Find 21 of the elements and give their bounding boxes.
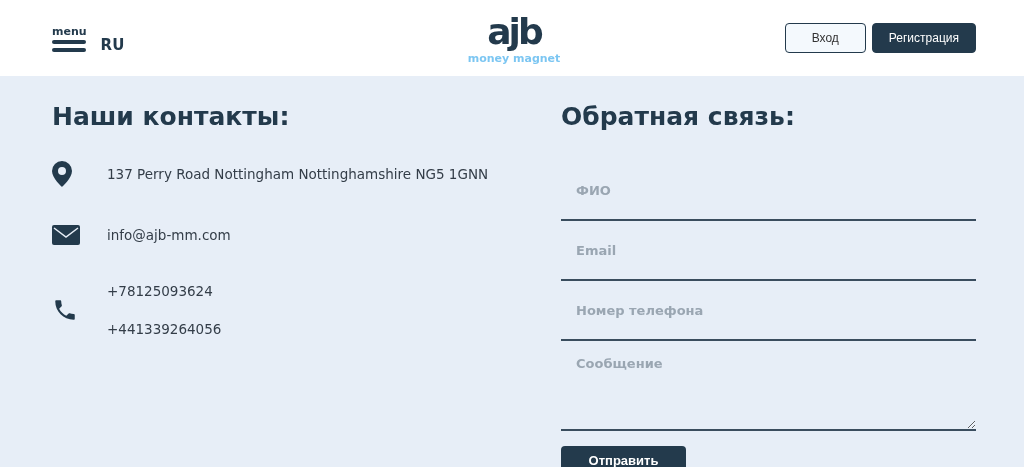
input-field[interactable]: ФИО xyxy=(561,161,976,221)
logo-mark: ajb xyxy=(487,11,541,52)
login-button[interactable]: Вход xyxy=(784,23,866,53)
menu-icon xyxy=(52,39,87,52)
submit-button[interactable]: Отправить xyxy=(561,446,686,467)
logo-tagline: money magnet xyxy=(467,51,561,65)
contact-text: +441339264056 xyxy=(107,321,223,337)
menu-button[interactable]: menu xyxy=(52,24,87,52)
input-field[interactable]: Email xyxy=(561,221,976,281)
section-title: Обратная связь: xyxy=(561,102,796,131)
location-pin-icon xyxy=(52,161,72,187)
input-field[interactable]: Номер телефона xyxy=(561,281,976,341)
section-title: Наши контакты: xyxy=(52,102,291,131)
message-field[interactable]: Сообщение xyxy=(561,341,976,431)
phone-icon xyxy=(52,297,78,323)
language-label[interactable]: RU xyxy=(100,35,125,54)
register-button[interactable]: Регистрация xyxy=(871,23,976,53)
envelope-icon xyxy=(52,225,80,245)
contact-text: 137 Perry Road Nottingham Nottinghamshire NG5 1GNN xyxy=(107,166,490,182)
contact-text: +78125093624 xyxy=(107,283,214,299)
contact-text: info@ajb-mm.com xyxy=(107,227,232,243)
